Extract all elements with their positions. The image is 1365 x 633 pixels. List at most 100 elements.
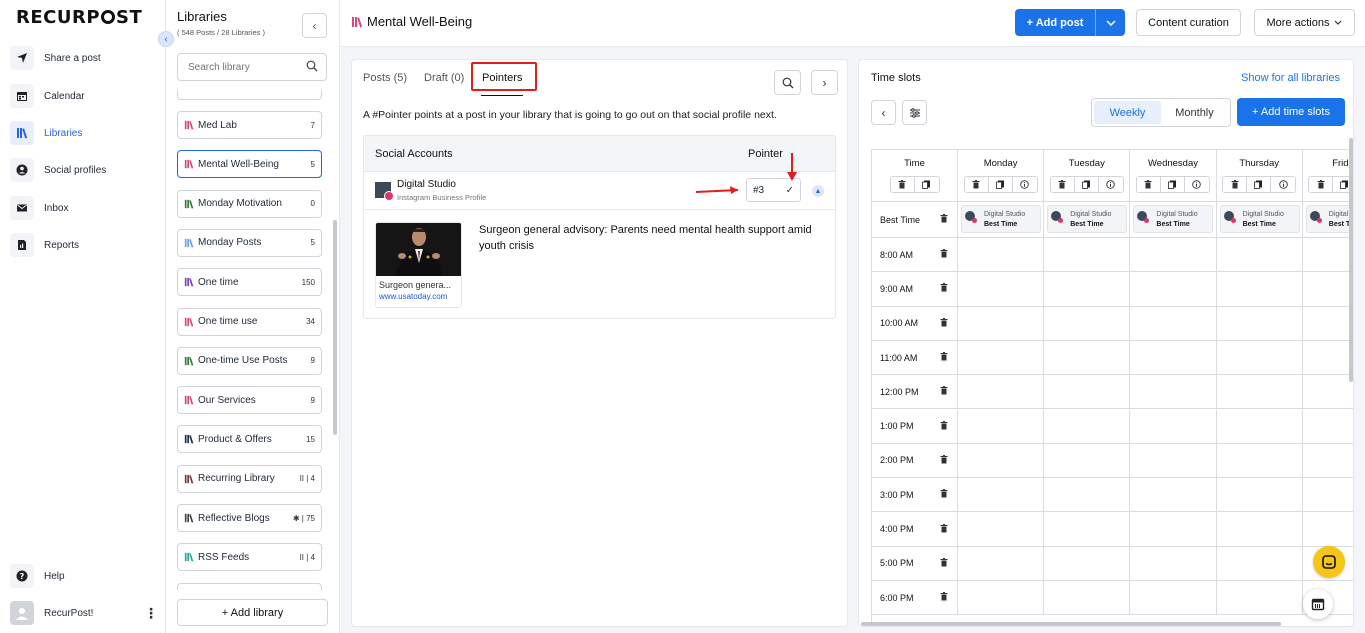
best-time-cell[interactable]: Digital StudioBest Time bbox=[1044, 202, 1131, 238]
info-icon[interactable] bbox=[1185, 177, 1209, 192]
time-slot-cell[interactable] bbox=[1130, 581, 1217, 616]
prev-week-button[interactable]: ‹ bbox=[871, 100, 896, 125]
library-item[interactable]: One time 150 bbox=[177, 268, 322, 297]
time-slot-cell[interactable] bbox=[1130, 375, 1217, 410]
time-slot-cell[interactable] bbox=[958, 443, 1045, 479]
copy-icon[interactable] bbox=[1075, 177, 1099, 192]
time-slot-cell[interactable] bbox=[1216, 581, 1303, 616]
time-slot-cell[interactable] bbox=[1216, 238, 1303, 273]
nav-collapse-chevron-icon[interactable]: ‹ bbox=[158, 31, 174, 47]
best-time-chip[interactable]: Digital StudioBest Time bbox=[961, 205, 1041, 233]
library-item[interactable]: Monday Motivation 0 bbox=[177, 189, 322, 218]
time-slot-cell[interactable] bbox=[1044, 306, 1131, 341]
time-slot-cell[interactable] bbox=[1044, 546, 1131, 581]
time-slot-cell[interactable] bbox=[1216, 443, 1303, 479]
trash-icon[interactable] bbox=[940, 317, 948, 329]
time-slot-cell[interactable] bbox=[1130, 306, 1217, 341]
post-link[interactable]: www.usatoday.com bbox=[376, 290, 461, 301]
time-slot-cell[interactable] bbox=[1130, 340, 1217, 376]
vertical-scrollbar[interactable] bbox=[1349, 138, 1353, 382]
time-slot-cell[interactable] bbox=[958, 546, 1045, 581]
best-time-chip[interactable]: Digital StudioBest Time bbox=[1047, 205, 1128, 233]
trash-icon[interactable] bbox=[940, 386, 948, 397]
recurpost-logo[interactable]: RECURP ST bbox=[16, 7, 142, 28]
info-icon[interactable] bbox=[1271, 177, 1295, 192]
time-slot-cell[interactable] bbox=[1130, 546, 1217, 581]
best-time-cell[interactable]: Digital StudioBest Time bbox=[1302, 202, 1353, 238]
nav-calendar[interactable]: Calendar bbox=[10, 81, 158, 111]
trash-icon[interactable] bbox=[940, 214, 948, 225]
add-time-slots-button[interactable]: + Add time slots bbox=[1237, 98, 1345, 126]
library-item[interactable]: One time use 34 bbox=[177, 307, 322, 336]
time-slot-cell[interactable] bbox=[1044, 581, 1131, 616]
library-item-partial[interactable] bbox=[177, 90, 322, 100]
time-slot-cell[interactable] bbox=[1044, 443, 1131, 479]
show-all-libraries-link[interactable]: Show for all libraries bbox=[1241, 72, 1340, 84]
nav-inbox[interactable]: Inbox bbox=[10, 193, 158, 223]
more-actions-button[interactable]: More actions bbox=[1254, 9, 1355, 36]
time-slot-cell[interactable] bbox=[1216, 512, 1303, 547]
best-time-cell[interactable]: Digital StudioBest Time bbox=[958, 202, 1045, 238]
info-icon[interactable] bbox=[1099, 177, 1123, 192]
time-slot-cell[interactable] bbox=[958, 238, 1045, 273]
library-item[interactable]: Product & Offers 15 bbox=[177, 425, 322, 454]
chevron-up-icon[interactable]: ▲ bbox=[812, 185, 824, 197]
info-icon[interactable] bbox=[1013, 177, 1037, 192]
time-slot-cell[interactable] bbox=[1130, 478, 1217, 513]
trash-icon[interactable] bbox=[940, 592, 948, 603]
time-slot-cell[interactable] bbox=[1216, 272, 1303, 307]
time-slot-cell[interactable] bbox=[1302, 307, 1353, 341]
best-time-chip[interactable]: Digital StudioBest Time bbox=[1305, 205, 1353, 233]
trash-icon[interactable] bbox=[940, 557, 948, 569]
next-button[interactable]: › bbox=[811, 70, 838, 95]
time-slot-cell[interactable] bbox=[1130, 272, 1217, 307]
view-monthly[interactable]: Monthly bbox=[1161, 101, 1228, 124]
content-curation-button[interactable]: Content curation bbox=[1136, 9, 1241, 36]
time-slot-cell[interactable] bbox=[1302, 272, 1353, 307]
time-slot-cell[interactable] bbox=[1044, 272, 1131, 307]
time-slot-cell[interactable] bbox=[1130, 238, 1217, 273]
time-slot-cell[interactable] bbox=[958, 581, 1045, 616]
filter-settings-button[interactable] bbox=[902, 100, 927, 125]
library-scrollbar[interactable] bbox=[333, 220, 337, 435]
library-item[interactable]: Recurring Library II | 4 bbox=[177, 464, 322, 493]
library-item[interactable]: One-time Use Posts 9 bbox=[177, 346, 322, 375]
calendar-fab-button[interactable] bbox=[1303, 589, 1333, 619]
library-item[interactable]: RSS Feeds II | 4 bbox=[177, 543, 322, 572]
trash-icon[interactable] bbox=[965, 177, 989, 192]
nav-social-profiles[interactable]: Social profiles bbox=[10, 155, 158, 185]
time-slot-cell[interactable] bbox=[958, 409, 1045, 444]
time-slot-cell[interactable] bbox=[1044, 409, 1131, 444]
trash-icon[interactable] bbox=[891, 177, 915, 192]
library-search[interactable] bbox=[177, 53, 327, 81]
time-slot-cell[interactable] bbox=[1044, 340, 1131, 376]
time-slot-cell[interactable] bbox=[958, 512, 1045, 547]
copy-icon[interactable] bbox=[989, 177, 1013, 192]
time-slot-cell[interactable] bbox=[1302, 444, 1353, 479]
best-time-cell[interactable]: Digital StudioBest Time bbox=[1130, 202, 1217, 238]
library-search-input[interactable] bbox=[188, 61, 298, 73]
search-button[interactable] bbox=[774, 70, 801, 95]
library-item[interactable]: Our Services 9 bbox=[177, 386, 322, 415]
time-slot-cell[interactable] bbox=[1130, 409, 1217, 444]
library-item[interactable]: Med Lab 7 bbox=[177, 111, 322, 139]
time-slot-cell[interactable] bbox=[1216, 375, 1303, 410]
trash-icon[interactable] bbox=[1137, 177, 1161, 192]
user-menu[interactable]: RecurPost! ⋮ bbox=[10, 600, 158, 626]
time-slot-cell[interactable] bbox=[958, 272, 1045, 307]
time-slot-cell[interactable] bbox=[1216, 478, 1303, 513]
nav-help[interactable]: ? Help bbox=[10, 561, 158, 591]
time-slot-cell[interactable] bbox=[958, 306, 1045, 341]
best-time-chip[interactable]: Digital StudioBest Time bbox=[1219, 205, 1300, 233]
kebab-menu-icon[interactable]: ⋮ bbox=[144, 605, 158, 622]
time-slot-cell[interactable] bbox=[1302, 478, 1353, 513]
time-slot-cell[interactable] bbox=[958, 375, 1045, 410]
time-slot-cell[interactable] bbox=[1044, 375, 1131, 410]
time-slot-cell[interactable] bbox=[1302, 410, 1353, 444]
time-slot-cell[interactable] bbox=[1044, 478, 1131, 513]
trash-icon[interactable] bbox=[940, 249, 948, 260]
add-post-button[interactable]: + Add post bbox=[1015, 9, 1125, 36]
trash-icon[interactable] bbox=[940, 454, 948, 466]
nav-share-post[interactable]: Share a post bbox=[10, 43, 158, 73]
time-slot-cell[interactable] bbox=[1130, 512, 1217, 547]
